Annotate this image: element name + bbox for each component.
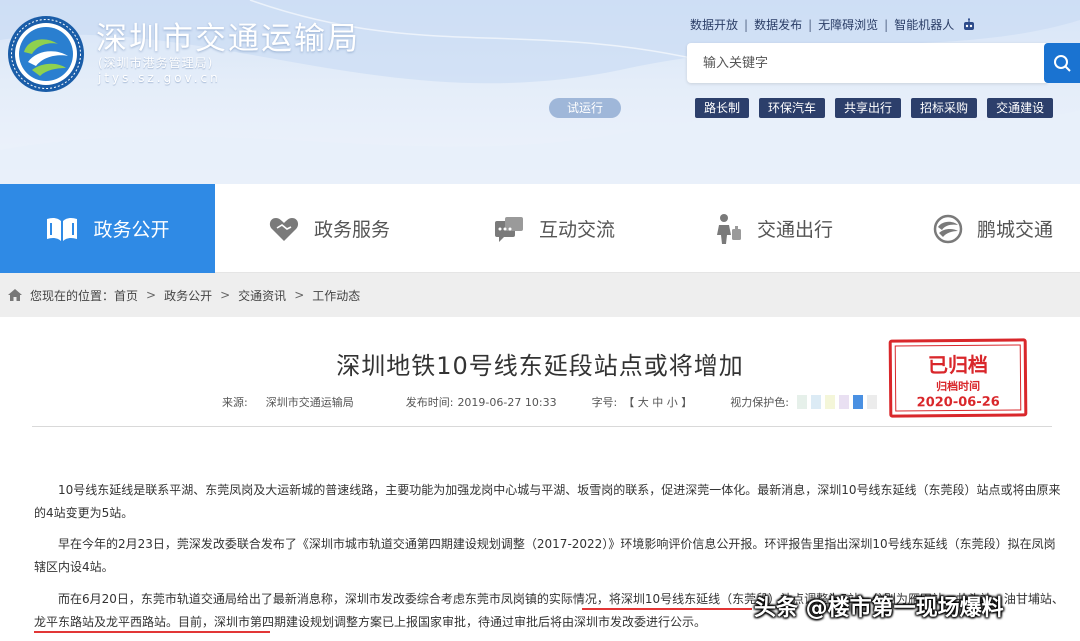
quick-link-road-chief[interactable]: 路长制 — [695, 98, 750, 118]
site-title: 深圳市交通运输局 — [96, 21, 360, 57]
quick-link-shared-mobility[interactable]: 共享出行 — [835, 98, 902, 118]
eye-color-swatch[interactable] — [797, 395, 807, 409]
title-divider — [32, 426, 1052, 427]
site-subtitle: (深圳市港务管理局) — [98, 56, 214, 70]
eye-color-swatch[interactable] — [853, 395, 863, 409]
stamp-date: 2020-06-26 — [916, 394, 1000, 411]
publish-time-label: 发布时间: — [405, 396, 454, 409]
archived-stamp: 已归档 归档时间 2020-06-26 — [888, 338, 1028, 418]
bureau-logo-icon — [8, 16, 84, 92]
top-link-data-release[interactable]: 数据发布 — [754, 16, 802, 33]
highlight-underline — [582, 608, 752, 610]
chat-icon — [495, 216, 523, 242]
main-nav: 政务公开 政务服务 互动交流 交通出行 鹏城交通 — [0, 184, 1080, 273]
nav-item-pengcheng-transport[interactable]: 鹏城交通 — [933, 184, 1053, 273]
eye-protection-swatches — [797, 395, 877, 409]
top-link-data-open[interactable]: 数据开放 — [690, 16, 738, 33]
traveler-icon — [717, 213, 741, 244]
nav-item-travel[interactable]: 交通出行 — [713, 184, 833, 273]
breadcrumb-work-updates[interactable]: 工作动态 — [312, 287, 360, 304]
breadcrumb-home[interactable]: 首页 — [114, 287, 138, 304]
search-icon — [1054, 55, 1071, 72]
font-size-options[interactable]: 【 大 中 小 】 — [623, 394, 692, 410]
top-link-robot[interactable]: 智能机器人 — [894, 16, 954, 33]
nav-item-services[interactable]: 政务服务 — [268, 184, 390, 273]
quick-link-construction[interactable]: 交通建设 — [987, 98, 1054, 118]
trial-badge: 试运行 — [549, 98, 621, 118]
breadcrumb-arrow-icon: > — [146, 288, 157, 302]
stamp-title: 已归档 — [927, 352, 988, 378]
top-link-separator: | — [808, 17, 813, 32]
stamp-label: 归档时间 — [936, 379, 981, 394]
source-value: 深圳市交通运输局 — [265, 396, 354, 409]
nav-item-label: 交通出行 — [757, 219, 834, 241]
nav-item-label: 鹏城交通 — [977, 219, 1054, 241]
top-link-separator: | — [744, 17, 749, 32]
search-input[interactable] — [687, 43, 1047, 83]
handshake-icon — [269, 217, 299, 241]
eye-color-swatch[interactable] — [825, 395, 835, 409]
nav-item-interaction[interactable]: 互动交流 — [493, 184, 615, 273]
eye-protection-label: 视力保护色: — [730, 396, 789, 409]
breadcrumb: 您现在的位置： 首页 > 政务公开 > 交通资讯 > 工作动态 — [0, 273, 1080, 317]
quick-link-procurement[interactable]: 招标采购 — [911, 98, 978, 118]
publish-time-value: 2019-06-27 10:33 — [457, 395, 557, 409]
article-paragraph-1: 10号线东延线是联系平湖、东莞凤岗及大运新城的普速线路，主要功能为加强龙岗中心城… — [34, 483, 1061, 520]
article-paragraph-2: 早在今年的2月23日，莞深发改委联合发布了《深圳市城市轨道交通第四期建设规划调整… — [34, 537, 1056, 574]
font-size-label: 字号: — [591, 396, 618, 409]
nav-item-label: 政务服务 — [314, 219, 391, 241]
breadcrumb-arrow-icon: > — [220, 288, 231, 302]
site-domain: jtys.sz.gov.cn — [98, 71, 221, 85]
nav-item-government-affairs[interactable]: 政务公开 — [0, 184, 215, 273]
breadcrumb-government-affairs[interactable]: 政务公开 — [164, 287, 212, 304]
top-links: 数据开放 | 数据发布 | 无障碍浏览 | 智能机器人 — [690, 16, 976, 33]
article-meta: 来源: 深圳市交通运输局 发布时间: 2019-06-27 10:33 字号: … — [222, 394, 877, 410]
search-box — [687, 43, 1047, 83]
quick-link-green-vehicles[interactable]: 环保汽车 — [759, 98, 826, 118]
watermark: 头条 @楼市第一现场爆料 — [754, 596, 1004, 621]
source-label: 来源: — [222, 396, 248, 409]
quick-links: 路长制 环保汽车 共享出行 招标采购 交通建设 — [695, 98, 1054, 118]
top-link-accessibility[interactable]: 无障碍浏览 — [818, 16, 878, 33]
nav-item-label: 政务公开 — [93, 219, 170, 241]
eye-color-swatch[interactable] — [839, 395, 849, 409]
home-icon — [8, 289, 22, 301]
eye-color-swatch[interactable] — [867, 395, 877, 409]
swirl-logo-icon — [933, 214, 963, 243]
eye-color-swatch[interactable] — [811, 395, 821, 409]
breadcrumb-transport-news[interactable]: 交通资讯 — [238, 287, 286, 304]
nav-item-label: 互动交流 — [539, 219, 616, 241]
robot-icon[interactable] — [962, 17, 976, 32]
site-header: 深圳市交通运输局 (深圳市港务管理局) jtys.sz.gov.cn 试运行 数… — [0, 0, 1080, 184]
book-icon — [47, 217, 78, 241]
top-link-separator: | — [884, 17, 889, 32]
breadcrumb-prefix: 您现在的位置： — [30, 288, 115, 303]
breadcrumb-arrow-icon: > — [294, 288, 305, 302]
highlight-underline — [34, 631, 270, 633]
search-button[interactable] — [1044, 43, 1080, 83]
